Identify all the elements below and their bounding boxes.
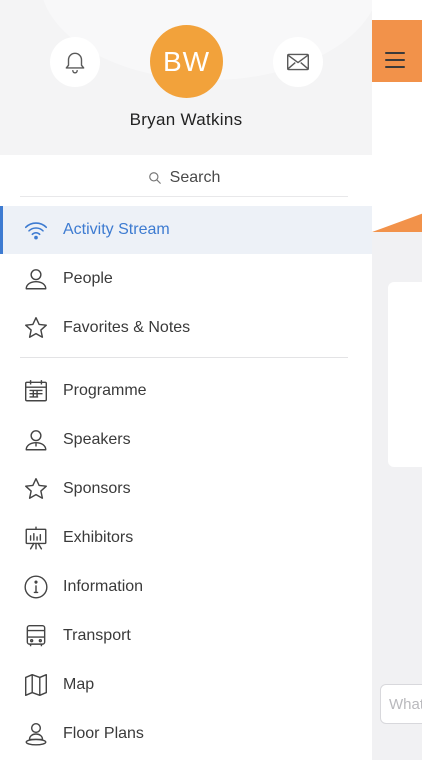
- search-input[interactable]: Search: [20, 160, 348, 197]
- app-composer-input[interactable]: What: [380, 684, 422, 724]
- bus-icon: [22, 622, 50, 650]
- menu-label: Activity Stream: [63, 221, 170, 238]
- drawer-header: BW Bryan Watkins: [0, 0, 372, 155]
- menu-label: Favorites & Notes: [63, 319, 191, 336]
- menu-item-people[interactable]: People: [0, 255, 372, 303]
- app-content-card[interactable]: [388, 282, 422, 467]
- easel-icon: [22, 524, 50, 552]
- navigation-drawer: BW Bryan Watkins Search Activity Stream …: [0, 0, 372, 750]
- star-icon: [22, 314, 50, 342]
- app-hero-banner: [372, 82, 422, 232]
- avatar-initials: BW: [162, 45, 211, 77]
- menu-label: Programme: [63, 382, 147, 399]
- menu-label: Sponsors: [63, 480, 131, 497]
- floor-plans-icon: [22, 720, 50, 748]
- menu-item-exhibitors[interactable]: Exhibitors: [0, 514, 372, 562]
- menu-divider: [20, 357, 348, 358]
- menu-item-information[interactable]: Information: [0, 563, 372, 611]
- menu-label: People: [63, 270, 113, 287]
- envelope-icon: [287, 53, 309, 71]
- app-top-bar: [372, 20, 422, 82]
- speaker-icon: [22, 426, 50, 454]
- menu-label: Transport: [63, 627, 131, 644]
- wifi-icon: [22, 216, 50, 244]
- messages-button[interactable]: [273, 37, 323, 87]
- map-icon: [22, 671, 50, 699]
- search-icon: [148, 172, 161, 184]
- menu-item-transport[interactable]: Transport: [0, 612, 372, 660]
- avatar[interactable]: BW: [150, 25, 223, 98]
- menu-item-programme[interactable]: Programme: [0, 367, 372, 415]
- menu-label: Speakers: [63, 431, 131, 448]
- calendar-icon: [22, 377, 50, 405]
- menu-item-map[interactable]: Map: [0, 661, 372, 709]
- menu-item-favorites-notes[interactable]: Favorites & Notes: [0, 304, 372, 352]
- menu-item-activity-stream[interactable]: Activity Stream: [0, 206, 372, 254]
- bell-icon: [65, 52, 85, 74]
- menu-item-sponsors[interactable]: Sponsors: [0, 465, 372, 513]
- menu-label: Exhibitors: [63, 529, 134, 546]
- user-name: Bryan Watkins: [129, 110, 243, 129]
- info-icon: [22, 573, 50, 601]
- notifications-button[interactable]: [50, 37, 100, 87]
- hamburger-menu-icon[interactable]: [385, 52, 405, 68]
- menu-label: Information: [63, 578, 144, 595]
- search-label: Search: [169, 169, 221, 186]
- star-icon: [22, 475, 50, 503]
- menu-item-floor-plans[interactable]: Floor Plans: [0, 710, 372, 758]
- person-icon: [22, 265, 50, 293]
- menu-label: Map: [63, 676, 95, 693]
- menu-item-speakers[interactable]: Speakers: [0, 416, 372, 464]
- menu-label: Floor Plans: [63, 725, 144, 742]
